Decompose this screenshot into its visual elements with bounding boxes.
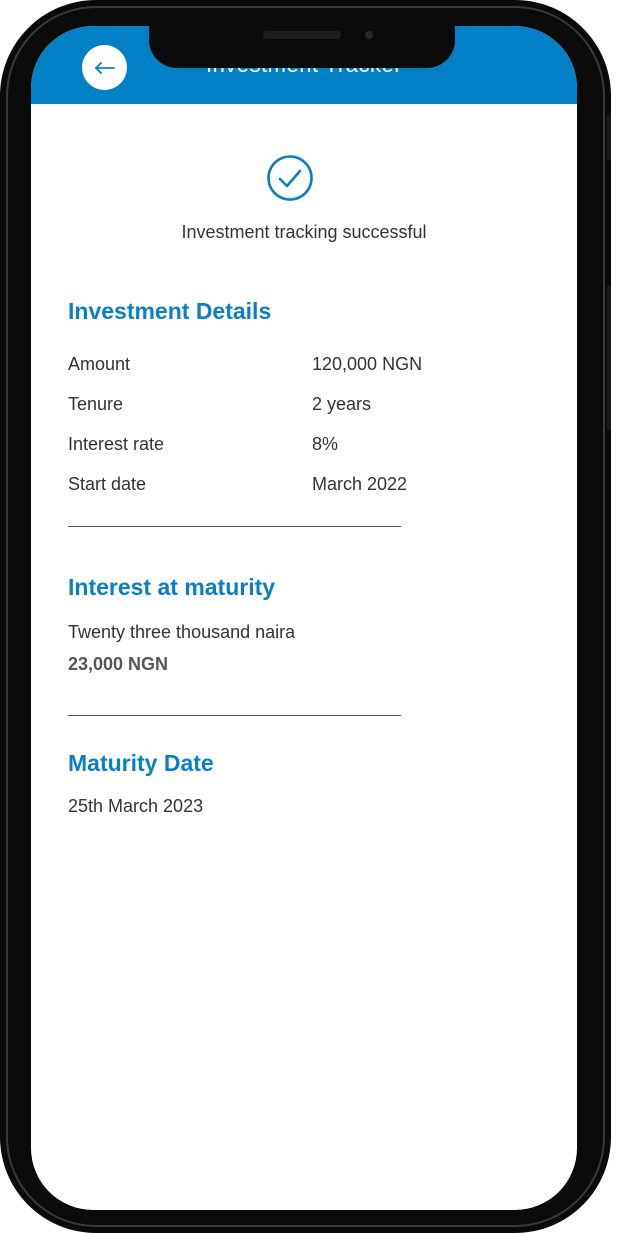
phone-notch — [149, 26, 455, 68]
speaker-grille — [263, 31, 341, 39]
investment-details-title: Investment Details — [68, 298, 272, 324]
start-date-label: Start date — [68, 474, 147, 494]
amount-value: 120,000 NGN — [312, 354, 423, 374]
start-date-value: March 2022 — [312, 474, 408, 494]
interest-rate-value: 8% — [312, 434, 339, 454]
tenure-label: Tenure — [68, 394, 124, 414]
back-button[interactable] — [82, 45, 127, 90]
divider — [68, 715, 401, 716]
interest-amount-words: Twenty three thousand naira — [68, 622, 296, 642]
success-message: Investment tracking successful — [181, 222, 427, 242]
maturity-date-value: 25th March 2023 — [68, 796, 204, 816]
divider — [68, 526, 401, 527]
screen: Investment Tracker Investment tracking s… — [31, 26, 577, 1210]
maturity-date-title: Maturity Date — [68, 750, 214, 776]
interest-at-maturity-title: Interest at maturity — [68, 574, 276, 600]
interest-amount-value: 23,000 NGN — [68, 654, 169, 674]
tenure-value: 2 years — [312, 394, 372, 414]
side-button — [607, 285, 611, 430]
front-camera — [365, 31, 373, 39]
check-circle-icon — [267, 155, 313, 201]
amount-label: Amount — [68, 354, 131, 374]
side-button — [607, 115, 611, 160]
arrow-left-icon — [94, 61, 115, 74]
interest-rate-label: Interest rate — [68, 434, 165, 454]
